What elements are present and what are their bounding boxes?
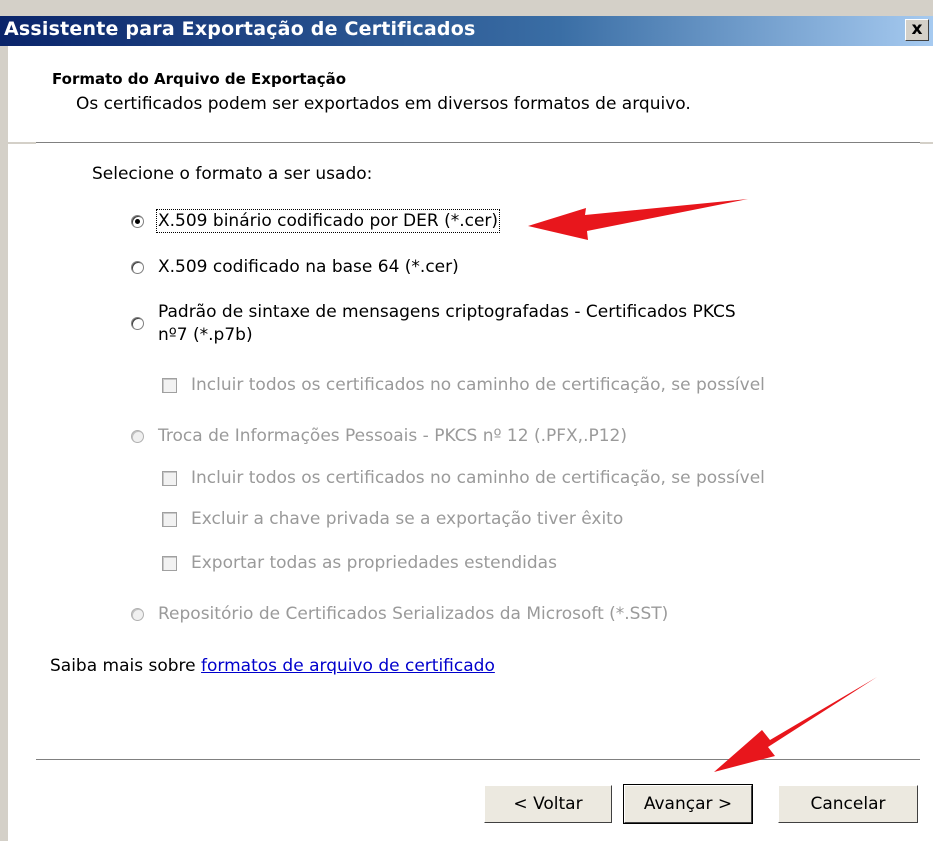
title-bar[interactable]: Assistente para Exportação de Certificad… <box>0 16 933 46</box>
format-prompt: Selecione o formato a ser usado: <box>92 164 373 184</box>
checkbox-pkcs7-include-all-label[interactable]: Incluir todos os certificados no caminho… <box>191 375 765 395</box>
radio-pkcs7-label-line2[interactable]: nº7 (*.p7b) <box>158 325 253 345</box>
radio-pfx[interactable] <box>131 430 144 443</box>
footer-separator <box>36 759 920 761</box>
learn-more-link[interactable]: formatos de arquivo de certificado <box>201 656 495 676</box>
radio-der-label[interactable]: X.509 binário codificado por DER (*.cer) <box>155 209 501 233</box>
radio-pkcs7[interactable] <box>131 317 144 330</box>
radio-der[interactable] <box>131 215 144 228</box>
learn-more-text: Saiba mais sobre formatos de arquivo de … <box>50 656 495 676</box>
radio-base64-label[interactable]: X.509 codificado na base 64 (*.cer) <box>158 257 459 277</box>
wizard-content <box>0 144 933 841</box>
checkbox-pkcs7-include-all[interactable] <box>162 378 177 393</box>
header-subtitle: Os certificados podem ser exportados em … <box>76 94 691 114</box>
header-title: Formato do Arquivo de Exportação <box>52 70 347 88</box>
radio-pkcs7-label-line1[interactable]: Padrão de sintaxe de mensagens criptogra… <box>158 302 736 322</box>
radio-sst-label[interactable]: Repositório de Certificados Serializados… <box>158 604 668 624</box>
learn-more-prefix: Saiba mais sobre <box>50 656 202 676</box>
checkbox-pfx-include-all[interactable] <box>162 471 177 486</box>
back-button[interactable]: < Voltar <box>484 785 612 823</box>
window-title: Assistente para Exportação de Certificad… <box>4 18 476 40</box>
checkbox-pfx-delete-key[interactable] <box>162 512 177 527</box>
checkbox-pfx-export-props-label[interactable]: Exportar todas as propriedades estendida… <box>191 553 557 573</box>
wizard-header: Formato do Arquivo de Exportação Os cert… <box>0 46 933 142</box>
checkbox-pfx-include-all-label[interactable]: Incluir todos os certificados no caminho… <box>191 468 765 488</box>
close-button[interactable]: x <box>905 19 929 41</box>
next-button[interactable]: Avançar > <box>623 784 753 824</box>
radio-base64[interactable] <box>131 261 144 274</box>
radio-pfx-label[interactable]: Troca de Informações Pessoais - PKCS nº … <box>158 426 627 446</box>
close-icon: x <box>911 19 923 39</box>
cancel-button[interactable]: Cancelar <box>778 785 918 823</box>
radio-sst[interactable] <box>131 608 144 621</box>
export-wizard-window: Assistente para Exportação de Certificad… <box>0 0 933 841</box>
checkbox-pfx-delete-key-label[interactable]: Excluir a chave privada se a exportação … <box>191 509 623 529</box>
checkbox-pfx-export-props[interactable] <box>162 556 177 571</box>
